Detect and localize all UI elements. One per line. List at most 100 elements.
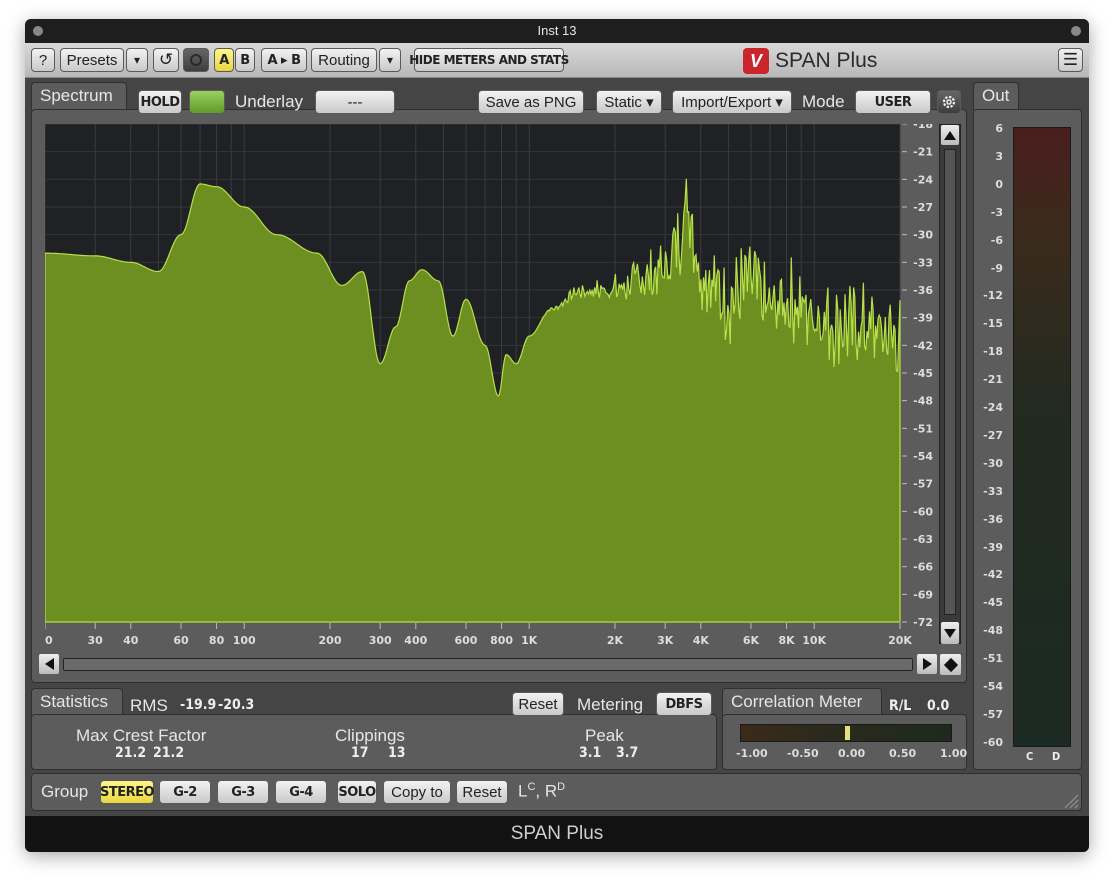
settings-button[interactable] — [937, 90, 961, 114]
clippings-left-value: 17 — [351, 745, 369, 761]
scroll-track[interactable] — [944, 149, 956, 615]
window-title: Inst 13 — [537, 23, 577, 38]
save-as-png-button[interactable]: Save as PNG — [478, 90, 584, 114]
out-scale-label: -48 — [983, 624, 1003, 638]
out-scale-label: -9 — [990, 261, 1003, 275]
horizontal-scrollbar[interactable] — [39, 654, 937, 676]
peak-left-value: 3.1 — [579, 745, 602, 761]
scroll-up-button[interactable] — [941, 125, 959, 145]
preset-b-button[interactable]: B — [235, 48, 255, 72]
correlation-scale-label: -1.00 — [736, 747, 768, 760]
underlay-label: Underlay — [235, 92, 304, 111]
out-meter-scale: 6 3 0 -3 -6 -9 -12 -15 -18 -21 -24 -27 -30 -33 -36 -39 -… — [975, 122, 1005, 762]
import-export-dropdown[interactable]: Import/Export ▾ — [672, 90, 792, 114]
y-tick-label: -42 — [913, 339, 933, 352]
mode-label: Mode — [802, 92, 845, 111]
presets-button[interactable]: Presets — [60, 48, 124, 72]
x-tick-label: 800 — [490, 634, 513, 647]
arrow-right-icon — [922, 658, 932, 670]
out-scale-label: 3 — [995, 149, 1003, 163]
routing-button[interactable]: Routing — [311, 48, 377, 72]
crest-right-value: 21.2 — [153, 745, 185, 761]
y-tick-label: -45 — [913, 367, 933, 380]
y-tick-label: -36 — [913, 284, 933, 297]
out-scale-label: -45 — [983, 596, 1003, 610]
out-scale-label: -12 — [983, 289, 1003, 303]
y-tick-label: -69 — [913, 588, 933, 601]
presets-dropdown-button[interactable]: ▾ — [126, 48, 148, 72]
out-scale-label: -60 — [983, 735, 1003, 749]
x-tick-label: 80 — [209, 634, 225, 647]
x-tick-label: 20 — [45, 634, 53, 647]
tab-statistics[interactable]: Statistics — [31, 688, 123, 716]
clippings-label: Clippings — [335, 726, 405, 745]
group-g3-button[interactable]: G-3 — [217, 780, 269, 804]
x-tick-label: 20K — [888, 634, 912, 647]
metering-select[interactable]: DBFS — [656, 692, 712, 716]
metering-label: Metering — [577, 695, 644, 714]
x-tick-label: 4K — [693, 634, 710, 647]
tab-out[interactable]: Out — [973, 82, 1019, 110]
zoom-reset-button[interactable] — [940, 654, 961, 675]
out-scale-label: -39 — [983, 540, 1003, 554]
copy-a-to-b-button[interactable]: A ▸ B — [261, 48, 307, 72]
group-g4-button[interactable]: G-4 — [275, 780, 327, 804]
power-button[interactable] — [183, 48, 209, 72]
routing-dropdown-button[interactable]: ▾ — [379, 48, 401, 72]
group-g2-button[interactable]: G-2 — [159, 780, 211, 804]
y-tick-label: -63 — [913, 533, 933, 546]
help-button[interactable]: ? — [31, 48, 55, 72]
vertical-scrollbar[interactable] — [939, 124, 961, 644]
scroll-down-button[interactable] — [941, 622, 959, 644]
undo-button[interactable]: ↺ — [153, 48, 179, 72]
tab-spectrum[interactable]: Spectrum — [31, 82, 127, 110]
crest-factor-label: Max Crest Factor — [76, 726, 207, 745]
window-zoom-dot[interactable] — [1071, 26, 1081, 36]
group-reset-button[interactable]: Reset — [456, 780, 508, 804]
scroll-track-horizontal[interactable] — [63, 658, 913, 671]
hide-meters-button[interactable]: HIDE METERS AND STATS — [409, 48, 569, 72]
out-scale-label: -6 — [990, 233, 1003, 247]
out-scale-label: -3 — [990, 205, 1003, 219]
peak-right-value: 3.7 — [616, 745, 639, 761]
rms-right-value: -20.3 — [218, 697, 255, 713]
statistics-reset-button[interactable]: Reset — [512, 692, 564, 716]
solo-button[interactable]: SOLO — [337, 780, 377, 804]
clippings-right-value: 13 — [388, 745, 406, 761]
logo-text: SPAN Plus — [775, 49, 878, 72]
resize-grip-icon[interactable] — [1061, 791, 1079, 809]
spectrum-color-swatch[interactable] — [189, 90, 225, 114]
x-tick-label: 400 — [404, 634, 427, 647]
hold-button[interactable]: HOLD — [138, 90, 182, 114]
y-tick-label: -66 — [913, 561, 933, 574]
copy-to-button[interactable]: Copy to — [383, 780, 451, 804]
out-scale-label: -54 — [983, 680, 1003, 693]
main-menu-button[interactable]: ☰ — [1058, 48, 1083, 72]
out-channel-c: C — [1026, 750, 1034, 763]
scroll-left-button[interactable] — [39, 654, 59, 674]
peak-label: Peak — [585, 726, 624, 745]
tab-correlation-meter[interactable]: Correlation Meter — [722, 688, 882, 716]
voxengo-logo-icon: V — [743, 48, 769, 74]
channel-routing-text: LC, RD — [518, 781, 566, 801]
underlay-select[interactable]: --- — [315, 90, 395, 114]
spectrum-display[interactable]: -18 -21 -24 -27 -30 -33 -36 -39 -42 -45 -48 -51 -54 -… — [45, 124, 963, 652]
out-channel-d: D — [1052, 750, 1061, 763]
rms-label: RMS — [130, 696, 168, 715]
group-label: Group — [41, 782, 89, 801]
correlation-mode[interactable]: R/L — [889, 698, 911, 714]
arrow-left-icon — [44, 658, 54, 670]
x-tick-label: 300 — [369, 634, 392, 647]
correlation-value: 0.0 — [927, 698, 950, 714]
x-tick-label: 30 — [88, 634, 104, 647]
out-scale-label: -36 — [983, 512, 1003, 526]
scroll-right-button[interactable] — [917, 654, 937, 674]
preset-a-button[interactable]: A — [214, 48, 234, 72]
mode-select[interactable]: USER — [855, 90, 931, 114]
group-stereo-button[interactable]: STEREO — [100, 780, 155, 804]
y-tick-label: -51 — [913, 422, 933, 435]
power-icon — [190, 54, 202, 66]
static-dropdown[interactable]: Static ▾ — [596, 90, 662, 114]
out-scale-label: -57 — [983, 707, 1003, 721]
gear-icon — [942, 95, 956, 109]
